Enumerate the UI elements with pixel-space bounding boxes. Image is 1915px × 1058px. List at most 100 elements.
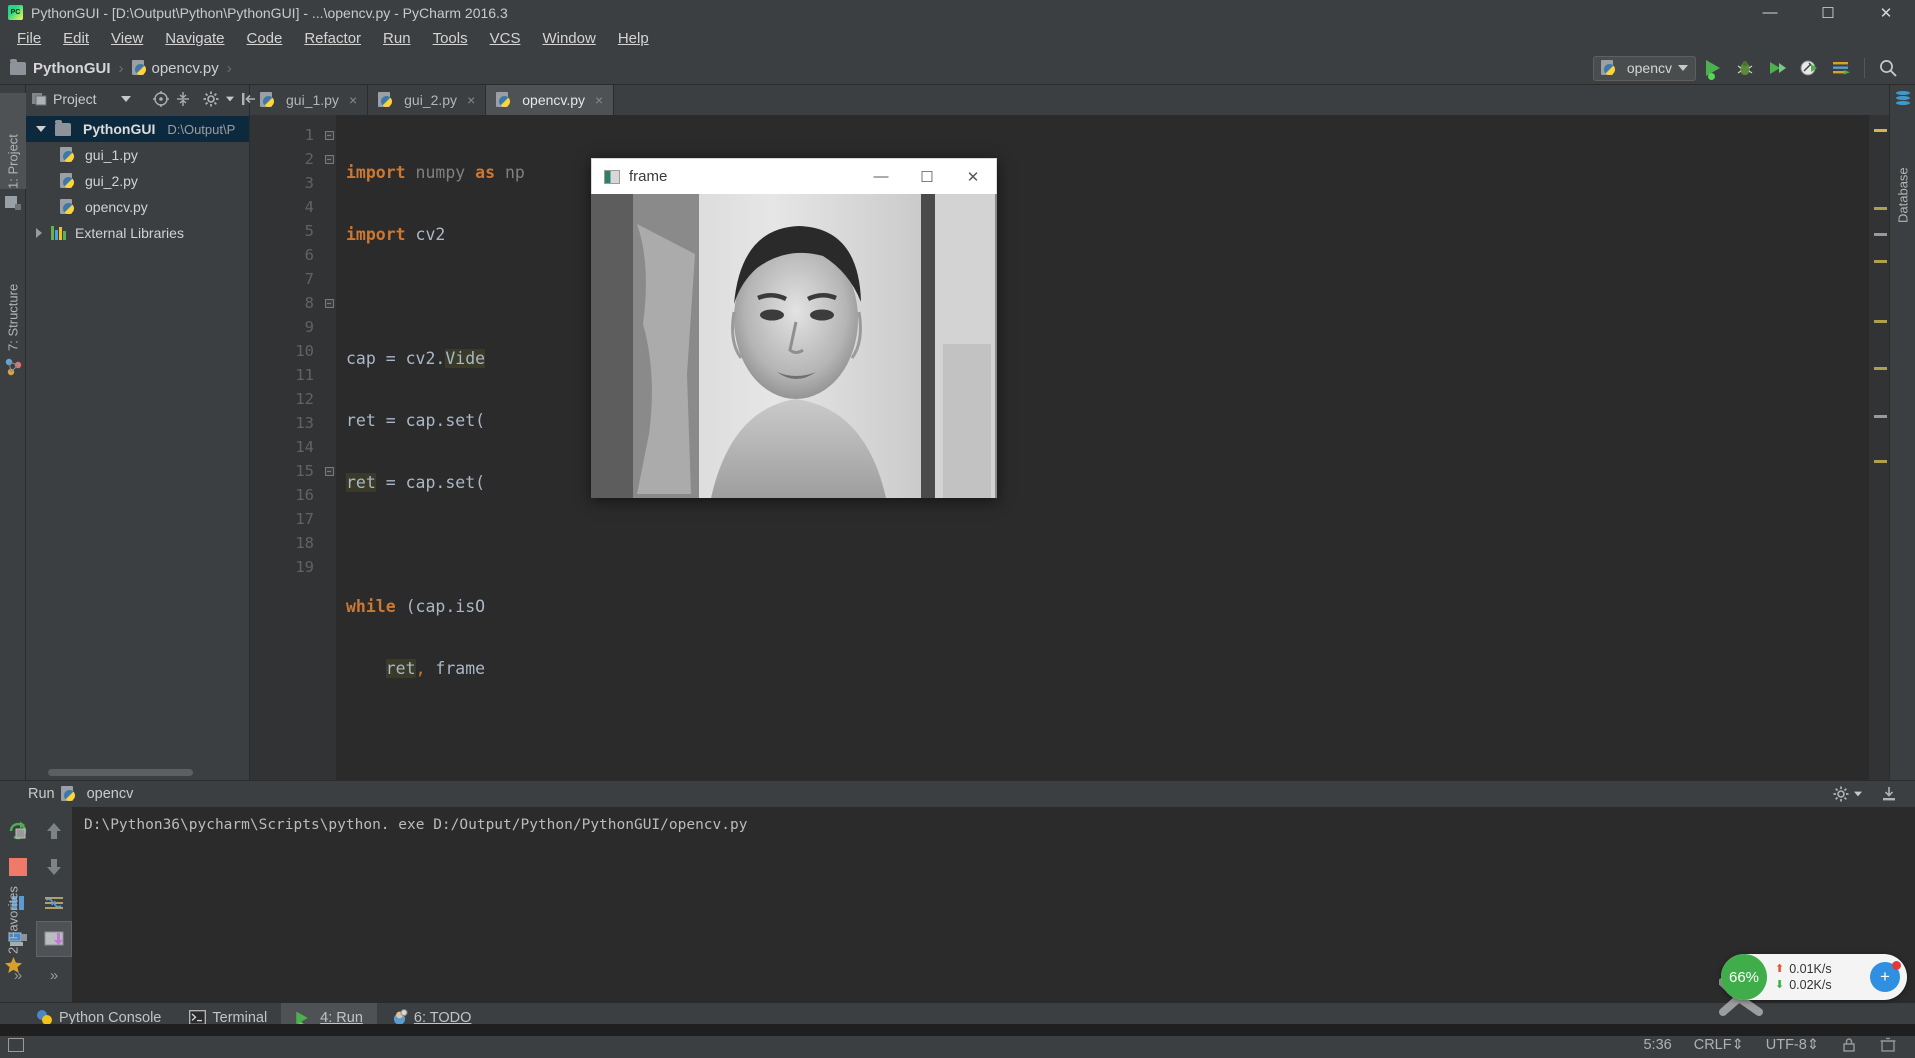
run-button[interactable]: [1698, 55, 1728, 81]
fold-icon[interactable]: −: [324, 466, 334, 476]
scroll-up-button[interactable]: [36, 813, 72, 849]
opencv-frame-window[interactable]: frame — ☐ ✕: [591, 158, 997, 498]
tab-favorites-label: 2: Favorites: [5, 886, 21, 954]
gear-icon[interactable]: [1833, 786, 1849, 802]
line-number: 14: [295, 438, 314, 456]
menu-bar: File Edit View Navigate Code Refactor Ru…: [0, 25, 1915, 52]
console-toggle-button[interactable]: [36, 921, 72, 957]
memory-percent-badge[interactable]: 66%: [1721, 954, 1767, 1000]
opencv-minimize-button[interactable]: —: [858, 159, 904, 195]
run-console-output[interactable]: D:\Python36\pycharm\Scripts\python. exe …: [72, 807, 1915, 1002]
soft-wrap-button[interactable]: [36, 885, 72, 921]
tree-item-external-libraries[interactable]: External Libraries: [26, 220, 249, 246]
run-dashboard-button[interactable]: [1826, 55, 1856, 81]
collapse-all-icon[interactable]: [175, 91, 191, 107]
project-tool-window: Project PythonGUI D:\Output\P gui_1.py g…: [26, 85, 255, 780]
menu-item-window[interactable]: Window: [531, 27, 606, 50]
menu-item-navigate[interactable]: Navigate: [154, 27, 235, 50]
run-window-header: Run opencv: [0, 781, 1915, 807]
close-icon[interactable]: ×: [595, 92, 603, 108]
rerun-button[interactable]: [0, 813, 36, 849]
scroll-down-button[interactable]: [36, 849, 72, 885]
menu-item-tools[interactable]: Tools: [422, 27, 479, 50]
breadcrumb-project[interactable]: PythonGUI: [33, 60, 111, 77]
tab-gui-2[interactable]: gui_2.py ×: [368, 85, 487, 115]
code-folding-gutter[interactable]: − − − −: [322, 115, 336, 780]
gear-icon[interactable]: [203, 91, 219, 107]
debug-button[interactable]: [1730, 55, 1760, 81]
export-icon[interactable]: [1881, 786, 1897, 802]
scroll-to-end-icon: [44, 931, 64, 946]
line-number: 19: [295, 558, 314, 576]
menu-edit-label: Edit: [63, 30, 90, 47]
taskbar-peek: [0, 1024, 1915, 1036]
chevron-down-icon[interactable]: [1854, 791, 1862, 797]
menu-item-help[interactable]: Help: [607, 27, 660, 50]
trash-icon[interactable]: [1879, 1037, 1897, 1053]
sidebar-item-project[interactable]: 1: Project: [0, 93, 26, 189]
code-editor[interactable]: 1 2 3 4 5 6 7 8 9 10 11 12 13 14 15 16 1…: [250, 115, 1889, 780]
line-number: 8: [304, 294, 314, 312]
arrow-up-icon: [47, 823, 61, 839]
breadcrumb-file[interactable]: opencv.py: [152, 60, 219, 77]
tab-gui-1[interactable]: gui_1.py ×: [250, 85, 369, 115]
expand-tools-button-2[interactable]: »: [36, 957, 72, 993]
menu-tools-label: Tools: [432, 30, 468, 47]
arrow-down-icon: [47, 859, 61, 875]
memory-indicator-icon[interactable]: [8, 1038, 24, 1052]
menu-item-refactor[interactable]: Refactor: [293, 27, 372, 50]
close-icon[interactable]: ×: [467, 92, 475, 108]
status-line-separator[interactable]: CRLF⇕: [1694, 1037, 1744, 1053]
tree-item-gui2[interactable]: gui_2.py: [54, 168, 249, 194]
code-content[interactable]: import numpy as np import cv2 cap = cv2.…: [336, 115, 1869, 780]
project-horizontal-scrollbar[interactable]: [48, 769, 193, 776]
tree-item-label: PythonGUI: [83, 121, 156, 137]
menu-item-file[interactable]: File: [6, 27, 52, 50]
opencv-maximize-button[interactable]: ☐: [904, 159, 950, 195]
menu-item-edit[interactable]: Edit: [52, 27, 100, 50]
status-encoding[interactable]: UTF-8⇕: [1766, 1037, 1819, 1053]
network-speed-widget[interactable]: 66% ⬆ 0.01K/s ⬇ 0.02K/s +: [1721, 954, 1907, 1000]
chevron-down-icon[interactable]: [36, 126, 46, 132]
tree-item-opencv[interactable]: opencv.py: [54, 194, 249, 220]
opencv-close-button[interactable]: ✕: [950, 159, 996, 195]
menu-item-vcs[interactable]: VCS: [479, 27, 532, 50]
scroll-from-source-icon[interactable]: [152, 91, 169, 107]
run-coverage-button[interactable]: [1762, 55, 1792, 81]
attach-process-button[interactable]: [1794, 55, 1824, 81]
sidebar-item-structure[interactable]: 7: Structure: [0, 233, 26, 351]
maximize-button[interactable]: ☐: [1799, 0, 1857, 25]
menu-item-code[interactable]: Code: [235, 27, 293, 50]
tree-item-gui1[interactable]: gui_1.py: [54, 142, 249, 168]
upload-rate-row: ⬆ 0.01K/s: [1775, 961, 1870, 977]
status-caret-position[interactable]: 5:36: [1643, 1037, 1671, 1053]
close-icon[interactable]: ×: [349, 92, 357, 108]
arrow-up-icon: ⬆: [1775, 963, 1785, 975]
fold-icon[interactable]: −: [324, 130, 334, 140]
project-panel-chevron-down-icon[interactable]: [120, 96, 131, 102]
fold-icon[interactable]: −: [324, 154, 334, 164]
sidebar-item-database[interactable]: Database: [1890, 131, 1915, 223]
settings-chevron-down-icon[interactable]: [225, 96, 234, 102]
run-config-name: opencv: [1626, 60, 1672, 76]
favorites-vertical-tab[interactable]: 2: Favorites: [0, 856, 26, 954]
list-lines-icon: [1833, 62, 1850, 75]
close-button[interactable]: ✕: [1857, 0, 1915, 25]
hide-panel-icon[interactable]: [241, 91, 257, 107]
tree-item-label: opencv.py: [85, 199, 148, 215]
run-configuration-selector[interactable]: opencv: [1592, 55, 1696, 81]
editor-marker-gutter[interactable]: [1869, 115, 1889, 780]
fold-icon[interactable]: −: [324, 298, 334, 308]
menu-item-run[interactable]: Run: [372, 27, 422, 50]
chevron-right-icon[interactable]: [36, 228, 42, 238]
coverage-icon: [1770, 62, 1786, 74]
add-widget-button[interactable]: +: [1870, 961, 1901, 992]
menu-item-view[interactable]: View: [100, 27, 154, 50]
lock-icon[interactable]: [1841, 1037, 1857, 1053]
sidebar-item-favorites[interactable]: 2: Favorites: [0, 856, 26, 980]
tree-item-pythongui[interactable]: PythonGUI D:\Output\P: [26, 116, 249, 142]
search-everywhere-button[interactable]: [1873, 55, 1903, 81]
minimize-button[interactable]: —: [1741, 0, 1799, 25]
arrow-down-icon: ⬇: [1775, 979, 1785, 991]
tab-opencv[interactable]: opencv.py ×: [486, 85, 615, 115]
